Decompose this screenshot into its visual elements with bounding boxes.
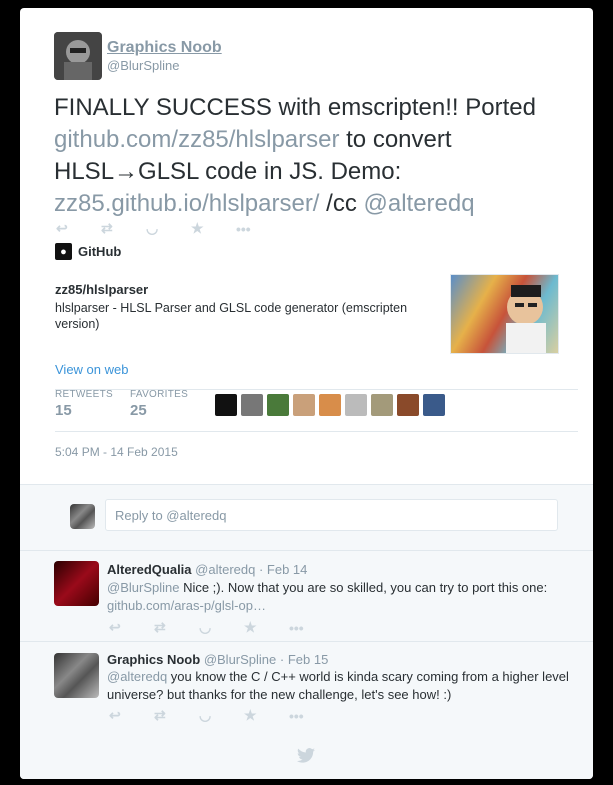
more-icon[interactable]: ••• xyxy=(236,221,281,237)
retweet-icon[interactable]: ⇄ xyxy=(101,220,146,237)
replies-section: Reply to @alteredq AlteredQualia @altere… xyxy=(20,484,593,779)
reply-avatar[interactable] xyxy=(54,561,99,606)
reply-name[interactable]: AlteredQualia xyxy=(107,562,192,577)
pocket-icon[interactable]: ◡ xyxy=(146,220,191,237)
mention-link[interactable]: @alteredq xyxy=(364,190,475,217)
reply-date[interactable]: · Feb 15 xyxy=(280,652,328,667)
view-on-web-link[interactable]: View on web xyxy=(55,362,128,377)
reply-handle[interactable]: @BlurSpline xyxy=(204,652,276,667)
card-source-label: GitHub xyxy=(78,244,122,259)
reply-icon[interactable]: ↩ xyxy=(109,619,154,636)
repo-link[interactable]: github.com/zz85/hlslparser xyxy=(54,126,339,153)
favorites-count[interactable]: 25 xyxy=(130,402,147,419)
demo-link[interactable]: zz85.github.io/hlslparser/ xyxy=(54,190,319,217)
reply-author[interactable]: Graphics Noob @BlurSpline · Feb 15 xyxy=(107,652,328,667)
retweet-icon[interactable]: ⇄ xyxy=(154,619,199,636)
tweet-text: FINALLY SUCCESS with emscripten!! Ported… xyxy=(54,92,574,220)
reply-text: @alteredq you know the C / C++ world is … xyxy=(107,668,577,704)
favorite-icon[interactable]: ★ xyxy=(244,619,289,636)
favoriters-avatars xyxy=(215,394,449,416)
avatar[interactable] xyxy=(293,394,315,416)
avatar[interactable] xyxy=(397,394,419,416)
card-description: hlslparser - HLSL Parser and GLSL code g… xyxy=(55,301,408,331)
tweet-actions: ↩ ⇄ ◡ ★ ••• xyxy=(56,220,281,237)
tweet-card: Graphics Noob @BlurSpline FINALLY SUCCES… xyxy=(20,8,593,779)
card-thumbnail[interactable] xyxy=(450,274,559,354)
github-icon: ● xyxy=(55,243,72,260)
reply-date[interactable]: · Feb 14 xyxy=(259,562,307,577)
avatar[interactable] xyxy=(267,394,289,416)
avatar[interactable] xyxy=(345,394,367,416)
reply-actions: ↩ ⇄ ◡ ★ ••• xyxy=(109,707,334,724)
reply-link[interactable]: github.com/aras-p/glsl-op… xyxy=(107,598,266,613)
tweet-text-part: FINALLY SUCCESS with emscripten!! Ported xyxy=(54,94,536,121)
favorite-icon[interactable]: ★ xyxy=(191,220,236,237)
avatar[interactable] xyxy=(215,394,237,416)
author-handle[interactable]: @BlurSpline xyxy=(107,58,179,73)
reply-body: Nice ;). Now that you are so skilled, yo… xyxy=(179,580,548,595)
reply-name[interactable]: Graphics Noob xyxy=(107,652,200,667)
more-icon[interactable]: ••• xyxy=(289,620,334,636)
tweet-text-part: /cc xyxy=(319,190,364,217)
reply-author[interactable]: AlteredQualia @alteredq · Feb 14 xyxy=(107,562,307,577)
more-icon[interactable]: ••• xyxy=(289,708,334,724)
author-avatar[interactable] xyxy=(54,32,102,80)
divider xyxy=(20,550,593,551)
reply-icon[interactable]: ↩ xyxy=(56,220,101,237)
reply-input[interactable]: Reply to @alteredq xyxy=(105,499,558,531)
retweets-count[interactable]: 15 xyxy=(55,402,72,419)
card-source: ● GitHub xyxy=(55,243,121,260)
retweets-label: RETWEETS xyxy=(55,389,113,400)
favorite-icon[interactable]: ★ xyxy=(244,707,289,724)
avatar[interactable] xyxy=(371,394,393,416)
reply-body: you know the C / C++ world is kinda scar… xyxy=(107,669,569,702)
pocket-icon[interactable]: ◡ xyxy=(199,707,244,724)
reply-icon[interactable]: ↩ xyxy=(109,707,154,724)
reply-avatar[interactable] xyxy=(54,653,99,698)
twitter-bird-icon[interactable] xyxy=(297,747,315,768)
retweet-icon[interactable]: ⇄ xyxy=(154,707,199,724)
divider xyxy=(20,641,593,642)
card-title[interactable]: zz85/hlslparser xyxy=(55,282,148,297)
reply-actions: ↩ ⇄ ◡ ★ ••• xyxy=(109,619,334,636)
favorites-label: FAVORITES xyxy=(130,389,189,400)
tweet-timestamp[interactable]: 5:04 PM - 14 Feb 2015 xyxy=(55,445,178,459)
author-name[interactable]: Graphics Noob xyxy=(107,39,222,57)
avatar[interactable] xyxy=(241,394,263,416)
divider xyxy=(55,431,578,432)
pocket-icon[interactable]: ◡ xyxy=(199,619,244,636)
avatar[interactable] xyxy=(319,394,341,416)
avatar[interactable] xyxy=(423,394,445,416)
current-user-avatar xyxy=(70,504,95,529)
reply-text: @BlurSpline Nice ;). Now that you are so… xyxy=(107,579,577,615)
mention-link[interactable]: @alteredq xyxy=(107,669,167,684)
reply-handle[interactable]: @alteredq xyxy=(195,562,255,577)
mention-link[interactable]: @BlurSpline xyxy=(107,580,179,595)
